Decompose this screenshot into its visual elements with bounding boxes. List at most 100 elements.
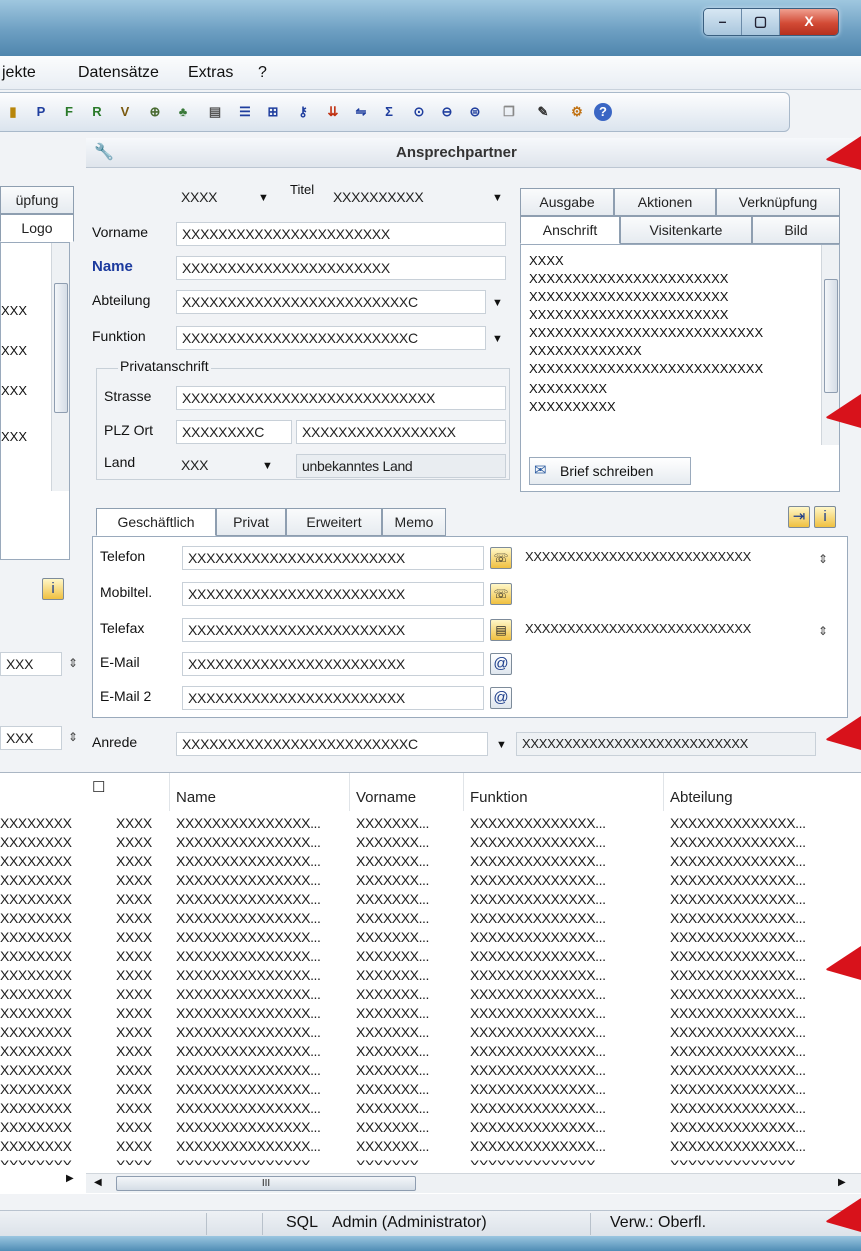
table-row[interactable]: XXXX XXXXXXXXXXXXXXX... XXXXXXX... XXXXXXXX… xyxy=(86,929,861,948)
name-input[interactable]: XXXXXXXXXXXXXXXXXXXXXXX xyxy=(176,256,506,280)
table-row[interactable]: XXXX XXXXXXXXXXXXXXX... XXXXXXX... XXXXXXXX… xyxy=(86,1062,861,1081)
table-row[interactable]: XXXXXXXX xyxy=(0,1119,86,1138)
sort-icon[interactable]: ⇊ xyxy=(322,101,344,123)
scroll-right-icon[interactable]: ▶ xyxy=(66,1173,74,1184)
sum-icon[interactable]: Σ xyxy=(378,101,400,123)
strasse-input[interactable]: XXXXXXXXXXXXXXXXXXXXXXXXXXXX xyxy=(176,386,506,410)
anrede-input[interactable]: XXXXXXXXXXXXXXXXXXXXXXXXXC xyxy=(176,732,488,756)
find-icon[interactable]: ⊙ xyxy=(408,101,430,123)
left-field[interactable]: XXX xyxy=(0,726,62,750)
abteilung-input[interactable]: XXXXXXXXXXXXXXXXXXXXXXXXXC xyxy=(176,290,486,314)
menu-help[interactable]: ? xyxy=(258,64,267,82)
left-list-item[interactable]: XXX xyxy=(1,383,27,398)
list-icon[interactable]: ☰ xyxy=(234,101,256,123)
toolbar-icon-r[interactable]: R xyxy=(86,101,108,123)
tab-bild[interactable]: Bild xyxy=(752,216,840,244)
scroll-right-icon[interactable]: ▶ xyxy=(838,1177,846,1188)
table-row[interactable]: XXXX XXXXXXXXXXXXXXX... XXXXXXX... XXXXXXXX… xyxy=(86,1081,861,1100)
chevron-down-icon[interactable]: ▼ xyxy=(492,333,503,345)
find-prev-icon[interactable]: ⊖ xyxy=(436,101,458,123)
menu-datensaetze[interactable]: Datensätze xyxy=(78,64,159,82)
table-row[interactable]: XXXX XXXXXXXXXXXXXXX... XXXXXXX... XXXXXXXX… xyxy=(86,1138,861,1157)
telefon-input[interactable]: XXXXXXXXXXXXXXXXXXXXXXXX xyxy=(182,546,484,570)
table-row[interactable]: XXXXXXXX xyxy=(0,1157,86,1165)
toolbar-icon-1[interactable]: ▮ xyxy=(2,101,24,123)
table-row[interactable]: XXXXXXXX xyxy=(0,1024,86,1043)
table-row[interactable]: XXXX XXXXXXXXXXXXXXX... XXXXXXX... XXXXXXXX… xyxy=(86,815,861,834)
table-row[interactable]: XXXXXXXX xyxy=(0,853,86,872)
table-row[interactable]: XXXXXXXX xyxy=(0,910,86,929)
ort-input[interactable]: XXXXXXXXXXXXXXXXX xyxy=(296,420,506,444)
tab-visitenkarte[interactable]: Visitenkarte xyxy=(620,216,752,244)
scroll-thumb[interactable] xyxy=(824,279,838,393)
scroll-left-icon[interactable]: ◀ xyxy=(94,1177,102,1188)
tab-memo[interactable]: Memo xyxy=(382,508,446,536)
table-row[interactable]: XXXXXXXX xyxy=(0,891,86,910)
grid-header-select[interactable]: ☐ xyxy=(86,773,170,811)
grid-header-funktion[interactable]: Funktion xyxy=(464,773,664,811)
chevron-down-icon[interactable]: ▼ xyxy=(258,192,269,204)
tab-ausgabe[interactable]: Ausgabe xyxy=(520,188,614,216)
left-tab-logo[interactable]: Logo xyxy=(0,214,74,242)
phone-icon[interactable]: ☏ xyxy=(490,547,512,569)
at-icon[interactable]: @ xyxy=(490,653,512,675)
table-row[interactable]: XXXX XXXXXXXXXXXXXXX... XXXXXXX... XXXXXXXX… xyxy=(86,1157,861,1165)
menu-extras[interactable]: Extras xyxy=(188,64,233,82)
tab-privat[interactable]: Privat xyxy=(216,508,286,536)
table-row[interactable]: XXXX XXXXXXXXXXXXXXX... XXXXXXX... XXXXXXXX… xyxy=(86,910,861,929)
table-row[interactable]: XXXX XXXXXXXXXXXXXXX... XXXXXXX... XXXXXXXX… xyxy=(86,853,861,872)
table-row[interactable]: XXXXXXXX xyxy=(0,1043,86,1062)
grid-hscrollbar[interactable]: ◀ III ▶ xyxy=(86,1173,861,1193)
tab-geschaeftlich[interactable]: Geschäftlich xyxy=(96,508,216,536)
table-row[interactable]: XXXX XXXXXXXXXXXXXXX... XXXXXXX... XXXXXXXX… xyxy=(86,1024,861,1043)
table-row[interactable]: XXXX XXXXXXXXXXXXXXX... XXXXXXX... XXXXXXXX… xyxy=(86,986,861,1005)
spinner-icon[interactable]: ⇕ xyxy=(818,552,828,566)
table-row[interactable]: XXXX XXXXXXXXXXXXXXX... XXXXXXX... XXXXXXXX… xyxy=(86,1043,861,1062)
minimize-button[interactable]: – xyxy=(704,9,742,35)
table-row[interactable]: XXXX XXXXXXXXXXXXXXX... XXXXXXX... XXXXXXXX… xyxy=(86,872,861,891)
table-row[interactable]: XXXXXXXX xyxy=(0,986,86,1005)
brief-schreiben-button[interactable]: ✉ Brief schreiben xyxy=(529,457,691,485)
spinner-icon[interactable]: ⇕ xyxy=(818,624,828,638)
grid-header-name[interactable]: Name xyxy=(170,773,350,811)
table-row[interactable]: XXXXXXXX xyxy=(0,929,86,948)
spinner-icon[interactable]: ⇕ xyxy=(68,656,78,670)
table-row[interactable]: XXXXXXXX xyxy=(0,1100,86,1119)
info-icon[interactable]: i xyxy=(42,578,64,600)
scroll-thumb[interactable]: III xyxy=(116,1176,416,1191)
left-tab-verknuepfung[interactable]: üpfung xyxy=(0,186,74,214)
maximize-button[interactable]: ▢ xyxy=(742,9,780,35)
table-row[interactable]: XXXX XXXXXXXXXXXXXXX... XXXXXXX... XXXXXXXX… xyxy=(86,1119,861,1138)
telefax-input[interactable]: XXXXXXXXXXXXXXXXXXXXXXXX xyxy=(182,618,484,642)
left-list-item[interactable]: XXX xyxy=(1,303,27,318)
land-select[interactable]: XXX xyxy=(176,454,276,478)
toolbar-icon-v[interactable]: V xyxy=(114,101,136,123)
toolbar-icon-tree[interactable]: ♣ xyxy=(172,101,194,123)
chevron-down-icon[interactable]: ▼ xyxy=(492,297,503,309)
email-input[interactable]: XXXXXXXXXXXXXXXXXXXXXXXX xyxy=(182,652,484,676)
scroll-thumb[interactable] xyxy=(54,283,68,413)
copy-icon[interactable]: ❐ xyxy=(498,101,520,123)
grid-header-vorname[interactable]: Vorname xyxy=(350,773,464,811)
at-icon[interactable]: @ xyxy=(490,687,512,709)
left-list-item[interactable]: XXX xyxy=(1,343,27,358)
mobiltel-input[interactable]: XXXXXXXXXXXXXXXXXXXXXXXX xyxy=(182,582,484,606)
table-row[interactable]: XXXXXXXX xyxy=(0,1005,86,1024)
table-row[interactable]: XXXX XXXXXXXXXXXXXXX... XXXXXXX... XXXXXXXX… xyxy=(86,1005,861,1024)
plz-input[interactable]: XXXXXXXXC xyxy=(176,420,292,444)
find-next-icon[interactable]: ⊜ xyxy=(464,101,486,123)
key-icon[interactable]: ⚷ xyxy=(292,101,314,123)
table-row[interactable]: XXXXXXXX xyxy=(0,948,86,967)
left-field[interactable]: XXX xyxy=(0,652,62,676)
toolbar-icon-f[interactable]: F xyxy=(58,101,80,123)
table-row[interactable]: XXXX XXXXXXXXXXXXXXX... XXXXXXX... XXXXXXXX… xyxy=(86,1100,861,1119)
vorname-input[interactable]: XXXXXXXXXXXXXXXXXXXXXXX xyxy=(176,222,506,246)
grid-header-abteilung[interactable]: Abteilung xyxy=(664,773,861,811)
table-row[interactable]: XXXX XXXXXXXXXXXXXXX... XXXXXXX... XXXXXXXX… xyxy=(86,891,861,910)
filter-icon[interactable]: ⇋ xyxy=(350,101,372,123)
table-row[interactable]: XXXX XXXXXXXXXXXXXXX... XXXXXXX... XXXXXXXX… xyxy=(86,948,861,967)
toolbar-icon-p[interactable]: P xyxy=(30,101,52,123)
toolbar-icon-doc[interactable]: ▤ xyxy=(204,101,226,123)
table-row[interactable]: XXXXXXXX xyxy=(0,834,86,853)
tools-icon[interactable]: ⚙ xyxy=(566,101,588,123)
